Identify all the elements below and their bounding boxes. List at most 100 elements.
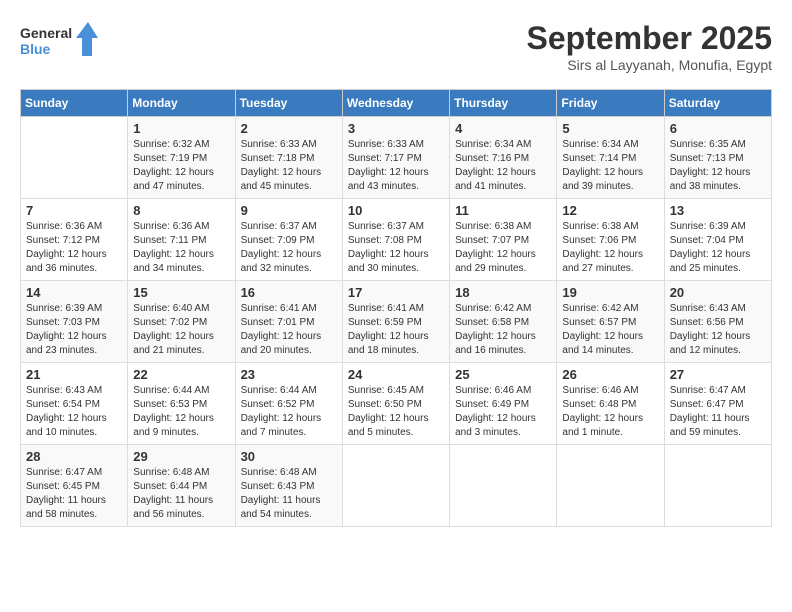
day-info: Sunrise: 6:41 AM Sunset: 7:01 PM Dayligh…	[241, 302, 337, 358]
day-info: Sunrise: 6:35 AM Sunset: 7:13 PM Dayligh…	[670, 138, 766, 194]
day-info: Sunrise: 6:32 AM Sunset: 7:19 PM Dayligh…	[133, 138, 229, 194]
day-info: Sunrise: 6:44 AM Sunset: 6:52 PM Dayligh…	[241, 384, 337, 440]
day-info: Sunrise: 6:34 AM Sunset: 7:14 PM Dayligh…	[562, 138, 658, 194]
svg-text:General: General	[20, 25, 72, 41]
day-info: Sunrise: 6:47 AM Sunset: 6:45 PM Dayligh…	[26, 466, 122, 522]
calendar-table: SundayMondayTuesdayWednesdayThursdayFrid…	[20, 89, 772, 527]
month-title: September 2025	[527, 20, 772, 57]
calendar-day-header: Saturday	[664, 90, 771, 117]
calendar-cell: 6 Sunrise: 6:35 AM Sunset: 7:13 PM Daylig…	[664, 117, 771, 199]
calendar-cell: 12 Sunrise: 6:38 AM Sunset: 7:06 PM Dayli…	[557, 199, 664, 281]
day-number: 18	[455, 285, 551, 300]
day-info: Sunrise: 6:33 AM Sunset: 7:18 PM Dayligh…	[241, 138, 337, 194]
page-header: General Blue September 2025 Sirs al Layy…	[20, 20, 772, 73]
day-info: Sunrise: 6:34 AM Sunset: 7:16 PM Dayligh…	[455, 138, 551, 194]
calendar-cell	[557, 445, 664, 527]
calendar-cell: 28 Sunrise: 6:47 AM Sunset: 6:45 PM Dayli…	[21, 445, 128, 527]
logo-svg: General Blue	[20, 20, 100, 64]
day-number: 4	[455, 121, 551, 136]
day-number: 2	[241, 121, 337, 136]
title-block: September 2025 Sirs al Layyanah, Monufia…	[527, 20, 772, 73]
calendar-cell	[664, 445, 771, 527]
day-info: Sunrise: 6:40 AM Sunset: 7:02 PM Dayligh…	[133, 302, 229, 358]
day-number: 17	[348, 285, 444, 300]
day-info: Sunrise: 6:39 AM Sunset: 7:03 PM Dayligh…	[26, 302, 122, 358]
calendar-cell: 22Sunrise: 6:44 AM Sunset: 6:53 PM Dayli…	[128, 363, 235, 445]
calendar-week-row: 28 Sunrise: 6:47 AM Sunset: 6:45 PM Dayli…	[21, 445, 772, 527]
calendar-cell: 7Sunrise: 6:36 AM Sunset: 7:12 PM Daylig…	[21, 199, 128, 281]
day-info: Sunrise: 6:37 AM Sunset: 7:08 PM Dayligh…	[348, 220, 444, 276]
day-info: Sunrise: 6:46 AM Sunset: 6:49 PM Dayligh…	[455, 384, 551, 440]
svg-text:Blue: Blue	[20, 41, 51, 57]
day-info: Sunrise: 6:41 AM Sunset: 6:59 PM Dayligh…	[348, 302, 444, 358]
day-number: 19	[562, 285, 658, 300]
day-info: Sunrise: 6:47 AM Sunset: 6:47 PM Dayligh…	[670, 384, 766, 440]
calendar-week-row: 1 Sunrise: 6:32 AM Sunset: 7:19 PM Daylig…	[21, 117, 772, 199]
calendar-cell: 11 Sunrise: 6:38 AM Sunset: 7:07 PM Dayli…	[450, 199, 557, 281]
calendar-cell: 13Sunrise: 6:39 AM Sunset: 7:04 PM Dayli…	[664, 199, 771, 281]
location-subtitle: Sirs al Layyanah, Monufia, Egypt	[527, 57, 772, 73]
day-number: 1	[133, 121, 229, 136]
calendar-cell: 9 Sunrise: 6:37 AM Sunset: 7:09 PM Daylig…	[235, 199, 342, 281]
day-info: Sunrise: 6:38 AM Sunset: 7:07 PM Dayligh…	[455, 220, 551, 276]
calendar-cell: 18 Sunrise: 6:42 AM Sunset: 6:58 PM Dayli…	[450, 281, 557, 363]
day-info: Sunrise: 6:39 AM Sunset: 7:04 PM Dayligh…	[670, 220, 766, 276]
day-info: Sunrise: 6:48 AM Sunset: 6:44 PM Dayligh…	[133, 466, 229, 522]
day-info: Sunrise: 6:46 AM Sunset: 6:48 PM Dayligh…	[562, 384, 658, 440]
calendar-header-row: SundayMondayTuesdayWednesdayThursdayFrid…	[21, 90, 772, 117]
calendar-cell: 3 Sunrise: 6:33 AM Sunset: 7:17 PM Daylig…	[342, 117, 449, 199]
day-number: 25	[455, 367, 551, 382]
calendar-cell: 23 Sunrise: 6:44 AM Sunset: 6:52 PM Dayli…	[235, 363, 342, 445]
calendar-cell: 19Sunrise: 6:42 AM Sunset: 6:57 PM Dayli…	[557, 281, 664, 363]
day-info: Sunrise: 6:48 AM Sunset: 6:43 PM Dayligh…	[241, 466, 337, 522]
calendar-cell: 17 Sunrise: 6:41 AM Sunset: 6:59 PM Dayli…	[342, 281, 449, 363]
day-number: 30	[241, 449, 337, 464]
calendar-day-header: Friday	[557, 90, 664, 117]
day-number: 11	[455, 203, 551, 218]
day-number: 22	[133, 367, 229, 382]
day-number: 20	[670, 285, 766, 300]
day-number: 9	[241, 203, 337, 218]
day-number: 6	[670, 121, 766, 136]
calendar-day-header: Monday	[128, 90, 235, 117]
day-number: 16	[241, 285, 337, 300]
day-number: 26	[562, 367, 658, 382]
calendar-cell: 1 Sunrise: 6:32 AM Sunset: 7:19 PM Daylig…	[128, 117, 235, 199]
logo: General Blue	[20, 20, 100, 64]
day-number: 12	[562, 203, 658, 218]
day-info: Sunrise: 6:36 AM Sunset: 7:11 PM Dayligh…	[133, 220, 229, 276]
calendar-day-header: Wednesday	[342, 90, 449, 117]
calendar-cell: 2 Sunrise: 6:33 AM Sunset: 7:18 PM Daylig…	[235, 117, 342, 199]
calendar-cell	[450, 445, 557, 527]
day-info: Sunrise: 6:42 AM Sunset: 6:58 PM Dayligh…	[455, 302, 551, 358]
calendar-cell	[21, 117, 128, 199]
calendar-cell: 25 Sunrise: 6:46 AM Sunset: 6:49 PM Dayli…	[450, 363, 557, 445]
day-info: Sunrise: 6:45 AM Sunset: 6:50 PM Dayligh…	[348, 384, 444, 440]
day-number: 5	[562, 121, 658, 136]
day-info: Sunrise: 6:37 AM Sunset: 7:09 PM Dayligh…	[241, 220, 337, 276]
day-number: 23	[241, 367, 337, 382]
calendar-week-row: 14 Sunrise: 6:39 AM Sunset: 7:03 PM Dayli…	[21, 281, 772, 363]
day-number: 8	[133, 203, 229, 218]
calendar-day-header: Thursday	[450, 90, 557, 117]
day-number: 3	[348, 121, 444, 136]
day-info: Sunrise: 6:38 AM Sunset: 7:06 PM Dayligh…	[562, 220, 658, 276]
calendar-cell	[342, 445, 449, 527]
calendar-day-header: Tuesday	[235, 90, 342, 117]
calendar-cell: 15 Sunrise: 6:40 AM Sunset: 7:02 PM Dayli…	[128, 281, 235, 363]
day-number: 29	[133, 449, 229, 464]
day-number: 24	[348, 367, 444, 382]
day-number: 10	[348, 203, 444, 218]
day-number: 28	[26, 449, 122, 464]
day-number: 15	[133, 285, 229, 300]
calendar-week-row: 21 Sunrise: 6:43 AM Sunset: 6:54 PM Dayli…	[21, 363, 772, 445]
calendar-cell: 8 Sunrise: 6:36 AM Sunset: 7:11 PM Daylig…	[128, 199, 235, 281]
calendar-cell: 4 Sunrise: 6:34 AM Sunset: 7:16 PM Daylig…	[450, 117, 557, 199]
day-info: Sunrise: 6:33 AM Sunset: 7:17 PM Dayligh…	[348, 138, 444, 194]
day-number: 21	[26, 367, 122, 382]
day-info: Sunrise: 6:43 AM Sunset: 6:54 PM Dayligh…	[26, 384, 122, 440]
day-number: 14	[26, 285, 122, 300]
day-info: Sunrise: 6:43 AM Sunset: 6:56 PM Dayligh…	[670, 302, 766, 358]
calendar-cell: 27Sunrise: 6:47 AM Sunset: 6:47 PM Dayli…	[664, 363, 771, 445]
calendar-cell: 16 Sunrise: 6:41 AM Sunset: 7:01 PM Dayli…	[235, 281, 342, 363]
